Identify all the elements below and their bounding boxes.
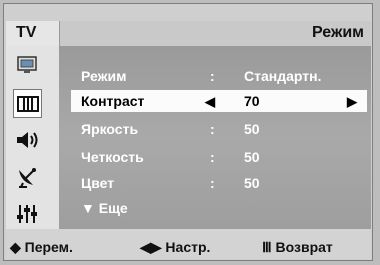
footer-adjust-hint: ◀▶ Настр.: [140, 239, 211, 255]
footer-move-hint: ◆ Перем.: [10, 239, 73, 255]
right-arrow-icon[interactable]: ▶: [347, 94, 357, 110]
row-separator: :: [210, 68, 215, 84]
row-separator: :: [210, 121, 215, 137]
sidebar-item-setup[interactable]: [13, 200, 40, 227]
menu-row-color[interactable]: Цвет : 50: [71, 172, 367, 194]
channel-list-icon: [16, 95, 39, 112]
footer-return-hint: Ⅲ Возврат: [262, 239, 333, 255]
equalizer-sliders-icon: [16, 204, 37, 223]
row-value: 50: [244, 175, 260, 191]
menu-row-contrast[interactable]: Контраст ◀ 70 ▶: [71, 90, 367, 112]
left-arrow-icon[interactable]: ◀: [205, 94, 215, 110]
row-label: Четкость: [81, 149, 144, 165]
sidebar-item-channel[interactable]: [13, 89, 42, 118]
row-value: 70: [244, 93, 260, 109]
row-label: Режим: [81, 68, 127, 84]
tv-label: TV: [16, 24, 37, 41]
row-label: Цвет: [81, 175, 115, 191]
row-value: 50: [244, 121, 260, 137]
row-separator: :: [210, 175, 215, 191]
sidebar-item-sound[interactable]: [13, 126, 40, 153]
more-item[interactable]: ▼ Еще: [81, 200, 128, 216]
sidebar-item-antenna[interactable]: [13, 163, 40, 190]
speaker-icon: [16, 131, 37, 148]
menu-panel: Режим : Стандартн. Контраст ◀ 70 ▶ Яркос…: [59, 46, 371, 229]
sidebar-item-picture[interactable]: [13, 52, 40, 79]
menu-row-mode[interactable]: Режим : Стандартн.: [71, 65, 367, 87]
menu-row-brightness[interactable]: Яркость : 50: [71, 118, 367, 140]
page-title: Режим: [312, 24, 364, 41]
row-label: Контраст: [81, 93, 145, 109]
tv-tab[interactable]: TV: [6, 21, 60, 46]
row-label: Яркость: [81, 121, 139, 137]
row-separator: :: [210, 149, 215, 165]
row-value: 50: [244, 149, 260, 165]
footer-bar: ◆ Перем. ◀▶ Настр. Ⅲ Возврат: [6, 229, 371, 259]
picture-icon: [16, 55, 37, 73]
sidebar: [6, 46, 59, 229]
satellite-dish-icon: [18, 167, 36, 188]
menu-row-sharpness[interactable]: Четкость : 50: [71, 146, 367, 168]
row-value: Стандартн.: [244, 68, 322, 84]
